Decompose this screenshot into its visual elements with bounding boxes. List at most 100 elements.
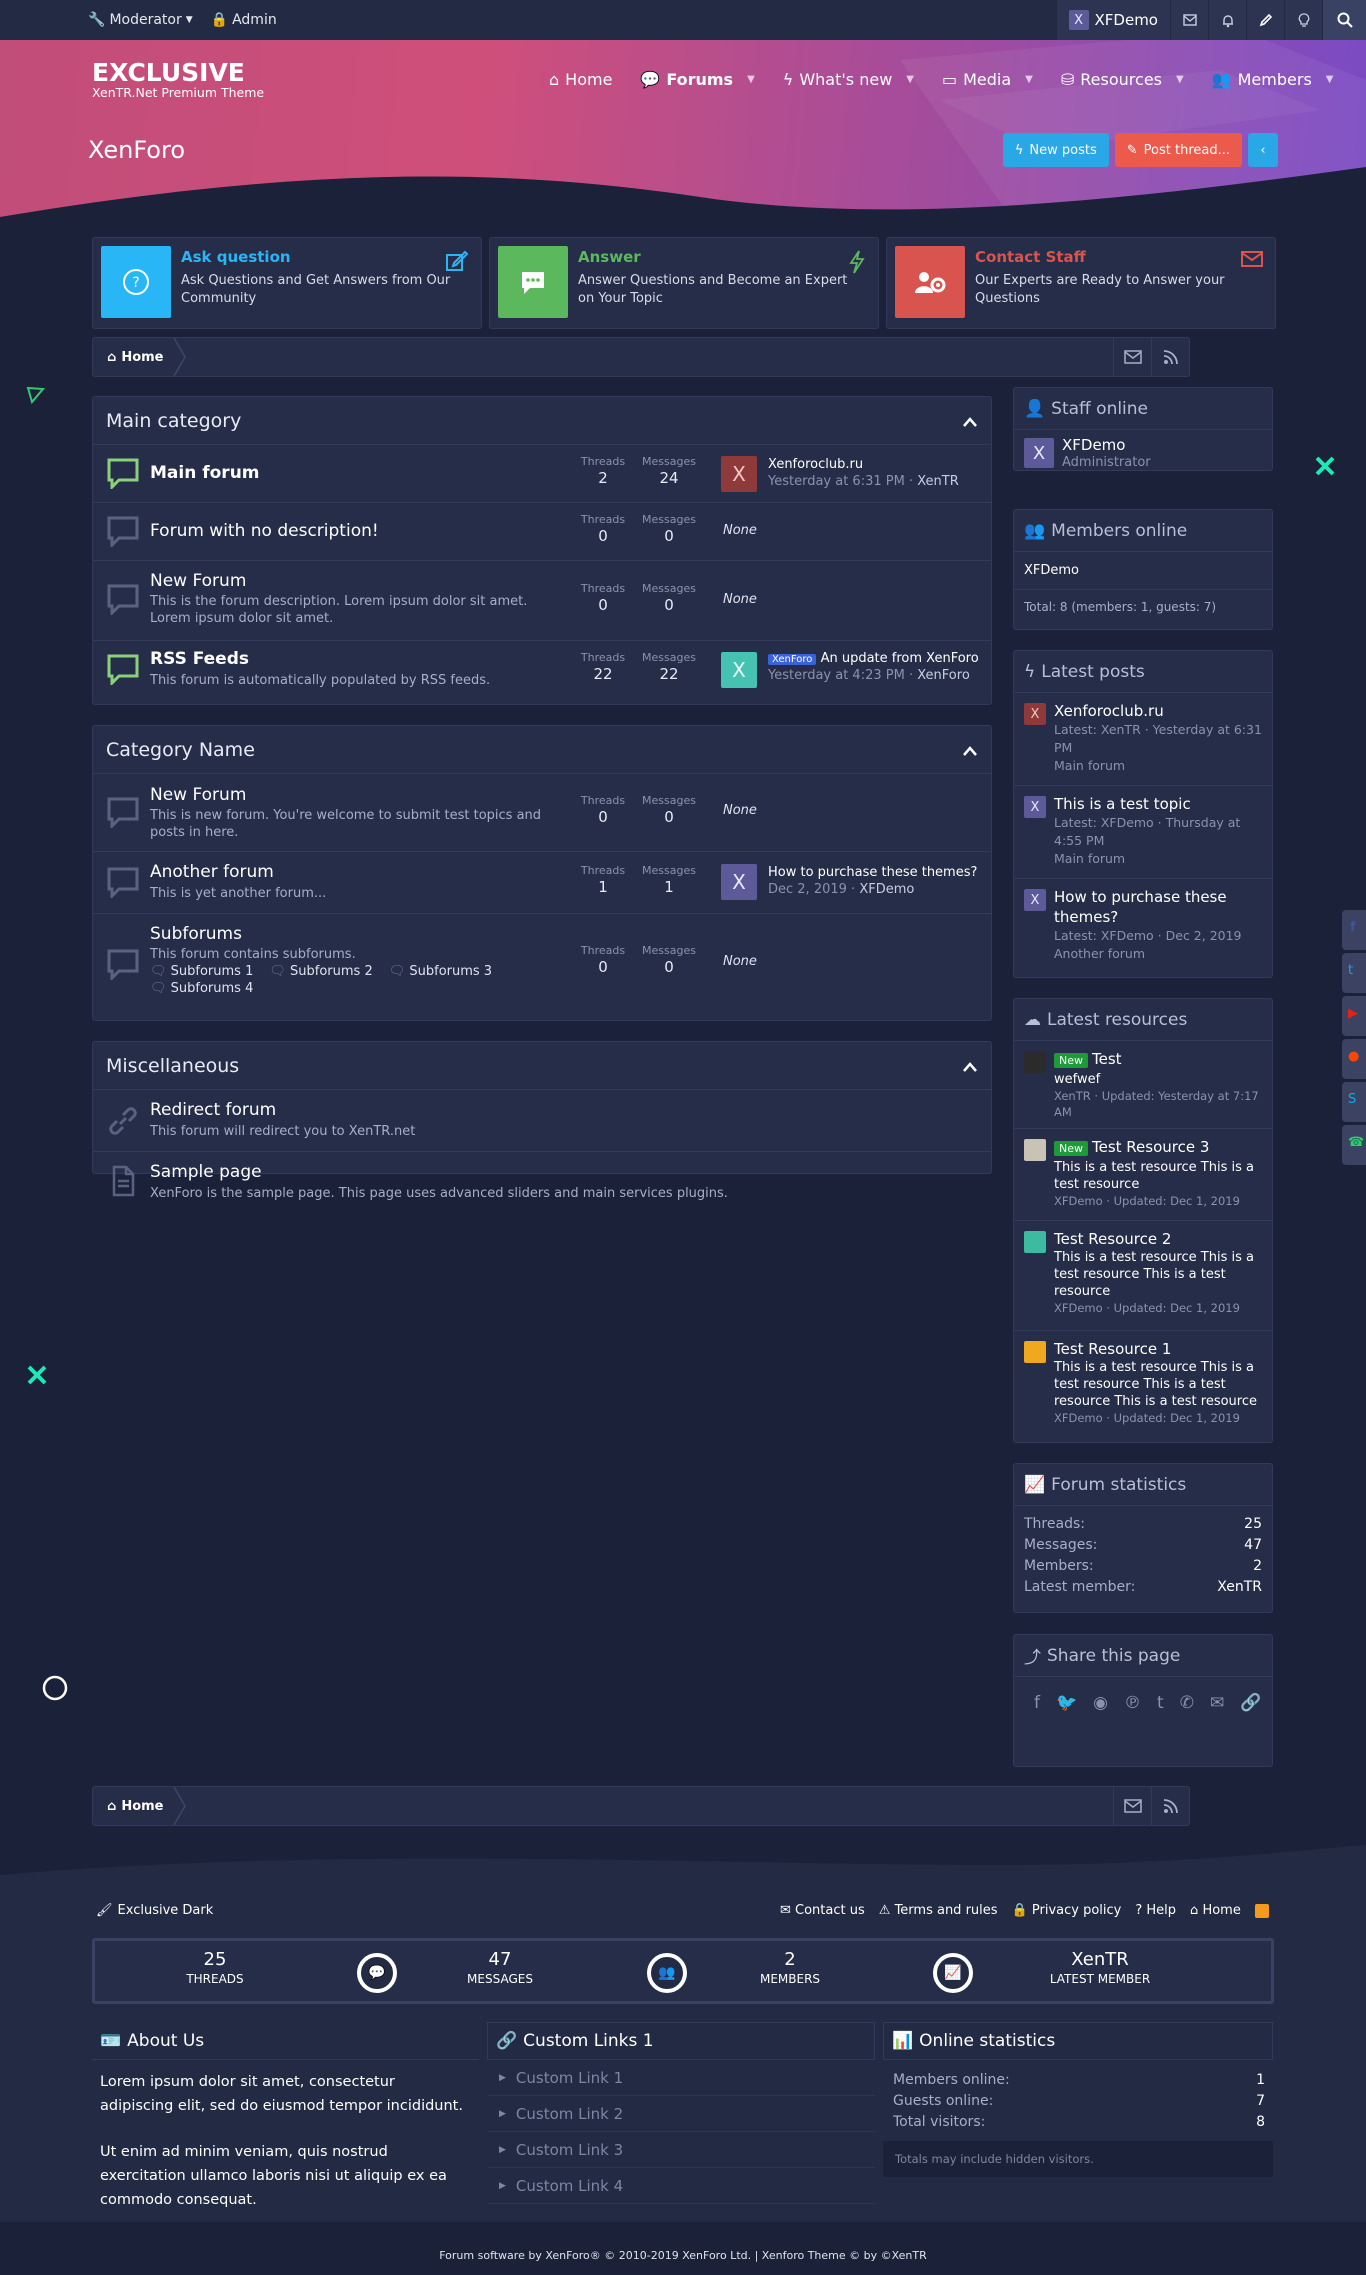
list-item[interactable]: New Test wefwef XenTR · Updated: Yesterda… xyxy=(1014,1041,1272,1129)
forum-row[interactable]: RSS Feeds This forum is automatically po… xyxy=(93,641,991,701)
forum-statistics-widget: 📈 Forum statistics Threads: 25 Messages: 47… xyxy=(1013,1463,1273,1613)
list-item[interactable]: New Test Resource 3 This is a test resour… xyxy=(1014,1129,1272,1221)
breadcrumb-home[interactable]: ⌂ Home xyxy=(93,338,178,376)
forum-row[interactable]: Main forum Threads 2 Messages 24 X Xenforo… xyxy=(93,445,991,503)
id-card-icon: 🪪 xyxy=(100,2030,122,2051)
footer-link-contact[interactable]: ✉ Contact us xyxy=(780,1903,865,1918)
style-toggle-button[interactable] xyxy=(1284,0,1322,40)
subforum-link[interactable]: 🗨 Subforums 2 xyxy=(269,964,372,979)
reddit-icon[interactable]: ● xyxy=(1342,1039,1366,1079)
custom-link[interactable]: ▶ Custom Link 4 xyxy=(487,2168,875,2204)
admin-link[interactable]: 🔒 Admin xyxy=(211,12,277,28)
feature-answer[interactable]: Answer Answer Questions and Become an Ex… xyxy=(489,237,879,329)
nav-resources[interactable]: ⛁ Resources ▼ xyxy=(1047,64,1198,94)
contact-button[interactable] xyxy=(1113,1787,1151,1825)
edit-button[interactable] xyxy=(1246,0,1284,40)
nav-whats-new[interactable]: ϟ What's new ▼ xyxy=(769,64,928,94)
whatsapp-icon[interactable]: ☎ xyxy=(1342,1125,1366,1165)
forum-row[interactable]: Sample page XenForo is the sample page. … xyxy=(93,1152,991,1214)
skype-icon[interactable]: S xyxy=(1342,1082,1366,1122)
alerts-button[interactable] xyxy=(1208,0,1246,40)
avatar[interactable]: X xyxy=(721,864,757,900)
comments-icon: 💬 xyxy=(357,1953,397,1993)
list-item[interactable]: X This is a test topic Latest: XFDemo · … xyxy=(1014,786,1272,879)
comment-dots-icon xyxy=(498,246,568,318)
top-bar: 🔧 Moderator ▼ 🔒 Admin X XFDemo xyxy=(0,0,1366,40)
new-badge: New xyxy=(1054,1053,1088,1068)
nav-home[interactable]: ⌂ Home xyxy=(535,64,626,94)
footer-link-help[interactable]: ? Help xyxy=(1135,1903,1176,1918)
custom-link[interactable]: ▶ Custom Link 1 xyxy=(487,2060,875,2096)
feature-ask-question[interactable]: ? Ask question Ask Questions and Get Ans… xyxy=(92,237,482,329)
question-circle-icon: ? xyxy=(101,246,171,318)
twitter-icon[interactable]: 🐦 xyxy=(1056,1693,1077,1713)
category-title: Category Name xyxy=(106,738,255,761)
custom-link[interactable]: ▶ Custom Link 2 xyxy=(487,2096,875,2132)
nav-media[interactable]: ▭ Media ▼ xyxy=(928,64,1047,94)
collapse-toggle[interactable] xyxy=(963,1055,977,1077)
nav-forums[interactable]: 💬 Forums ▼ xyxy=(626,64,768,94)
feature-contact-staff[interactable]: Contact Staff Our Experts are Ready to A… xyxy=(886,237,1276,329)
collapse-toggle[interactable] xyxy=(963,739,977,761)
forum-row[interactable]: Forum with no description! Threads 0 Mess… xyxy=(93,503,991,561)
whatsapp-icon[interactable]: ✆ xyxy=(1180,1693,1194,1713)
style-chooser-link[interactable]: 🖌 Exclusive Dark xyxy=(96,1903,213,1918)
members-online-widget: 👥 Members online XFDemo Total: 8 (members… xyxy=(1013,509,1273,630)
lightbulb-icon xyxy=(1298,12,1309,27)
avatar[interactable]: X xyxy=(1024,438,1054,468)
site-logo[interactable]: EXCLUSIVE XenTR.Net Premium Theme xyxy=(92,58,264,100)
facebook-icon[interactable]: f xyxy=(1034,1693,1040,1713)
subforum-link[interactable]: 🗨 Subforums 1 xyxy=(150,964,253,979)
account-menu[interactable]: X XFDemo xyxy=(1056,0,1170,40)
custom-link[interactable]: ▶ Custom Link 3 xyxy=(487,2132,875,2168)
home-icon: ⌂ xyxy=(107,1798,117,1814)
subforum-link[interactable]: 🗨 Subforums 3 xyxy=(389,964,492,979)
list-item[interactable]: X How to purchase these themes? Latest: … xyxy=(1014,879,1272,972)
thread-prefix-badge: XenForo xyxy=(768,654,817,665)
forum-row[interactable]: New Forum This is new forum. You're welc… xyxy=(93,774,991,852)
circle-deco-icon xyxy=(42,1675,68,1701)
comments-icon: 💬 xyxy=(640,69,661,89)
forum-unread-icon xyxy=(107,458,139,489)
rss-button[interactable] xyxy=(1151,338,1189,376)
breadcrumb-home[interactable]: ⌂ Home xyxy=(93,1787,178,1825)
home-icon: ⌂ xyxy=(549,69,560,89)
search-button[interactable] xyxy=(1322,0,1366,40)
forum-row[interactable]: New Forum This is the forum description.… xyxy=(93,561,991,641)
tumblr-icon[interactable]: t xyxy=(1157,1693,1164,1713)
facebook-icon[interactable]: f xyxy=(1342,910,1366,950)
social-floating-bar: f t ▶ ● S ☎ xyxy=(1342,910,1366,1165)
comment-icon: 🗨 xyxy=(269,964,286,979)
avatar[interactable]: X xyxy=(721,456,757,492)
link-icon[interactable]: 🔗 xyxy=(1240,1693,1261,1713)
breadcrumb: ⌂ Home xyxy=(92,1786,1190,1826)
main-navigation: ⌂ Home 💬 Forums ▼ ϟ What's new ▼ ▭ Media ▼ ⛁ Res… xyxy=(535,64,1347,94)
inbox-button[interactable] xyxy=(1170,0,1208,40)
footer-link-home[interactable]: ⌂ Home xyxy=(1190,1903,1241,1918)
forum-read-icon xyxy=(107,949,139,980)
pinterest-icon[interactable]: ℗ xyxy=(1124,1693,1141,1713)
list-item[interactable]: Test Resource 2 This is a test resource … xyxy=(1014,1221,1272,1331)
avatar[interactable]: X xyxy=(721,652,757,688)
footer-link-terms[interactable]: ⚠ Terms and rules xyxy=(879,1903,998,1918)
twitter-icon[interactable]: t xyxy=(1342,953,1366,993)
footer-link-privacy[interactable]: 🔒 Privacy policy xyxy=(1012,1903,1122,1918)
users-icon: 👥 xyxy=(1024,520,1046,541)
rss-button[interactable] xyxy=(1151,1787,1189,1825)
rss-icon[interactable] xyxy=(1254,1903,1269,1918)
list-item[interactable]: X Xenforoclub.ru Latest: XenTR · Yesterd… xyxy=(1014,693,1272,786)
moderator-menu[interactable]: 🔧 Moderator ▼ xyxy=(88,12,193,28)
bar-chart-icon: 📊 xyxy=(892,2031,914,2051)
envelope-icon[interactable]: ✉ xyxy=(1210,1693,1224,1713)
youtube-icon[interactable]: ▶ xyxy=(1342,996,1366,1036)
contact-button[interactable] xyxy=(1113,338,1151,376)
nav-members[interactable]: 👥 Members ▼ xyxy=(1198,64,1348,94)
home-icon: ⌂ xyxy=(107,349,117,365)
list-item[interactable]: Test Resource 1 This is a test resource … xyxy=(1014,1331,1272,1441)
forum-row[interactable]: Redirect forum This forum will redirect … xyxy=(93,1090,991,1152)
forum-row[interactable]: Subforums This forum contains subforums.… xyxy=(93,914,991,1018)
reddit-icon[interactable]: ◉ xyxy=(1093,1693,1108,1713)
subforum-link[interactable]: 🗨 Subforums 4 xyxy=(150,981,253,996)
forum-row[interactable]: Another forum This is yet another forum.… xyxy=(93,852,991,914)
collapse-toggle[interactable] xyxy=(963,410,977,432)
